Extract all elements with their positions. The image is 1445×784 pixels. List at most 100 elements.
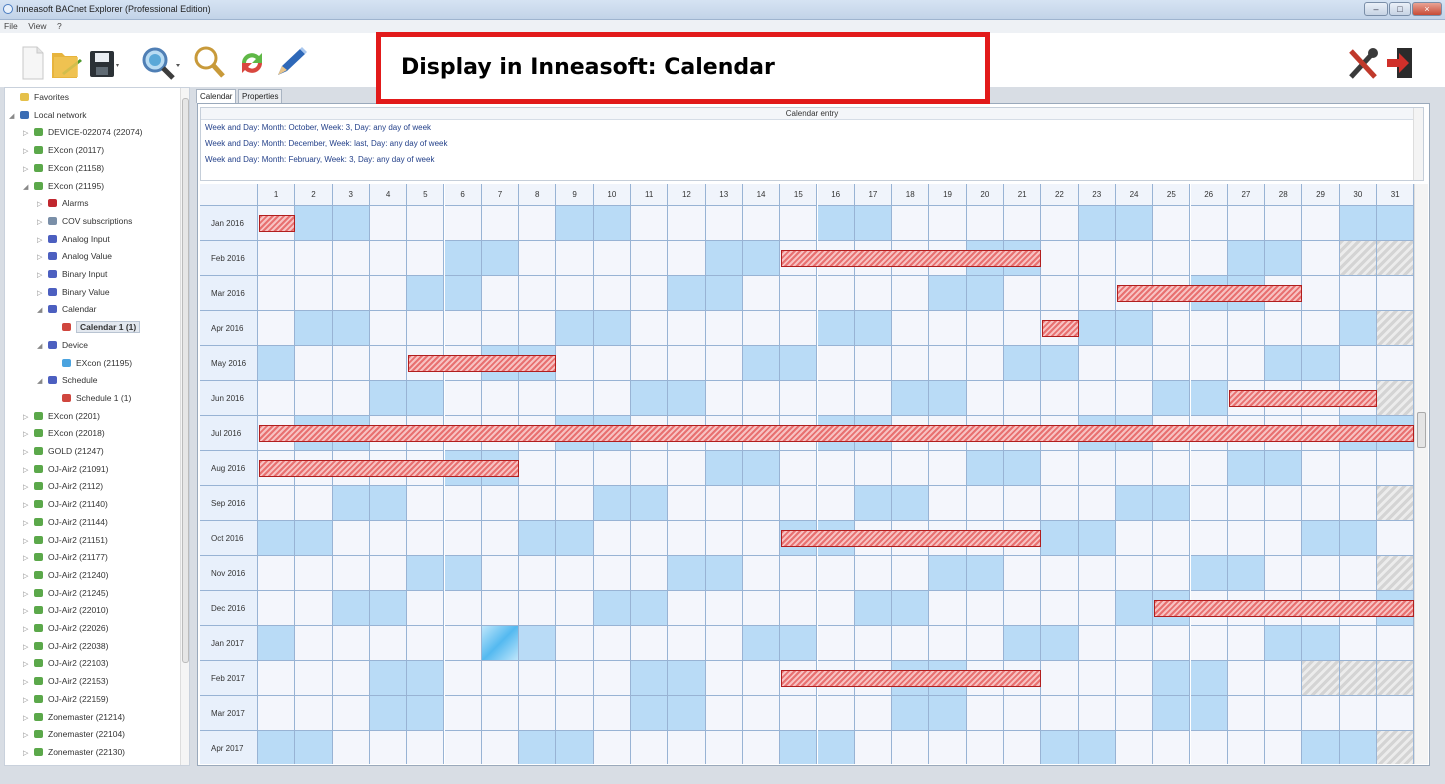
day-cell[interactable]	[593, 486, 631, 521]
new-document-icon[interactable]	[20, 45, 46, 81]
day-cell[interactable]	[1265, 451, 1303, 486]
day-cell[interactable]	[817, 451, 855, 486]
day-cell[interactable]	[258, 661, 296, 696]
day-cell[interactable]	[631, 521, 669, 556]
day-cell[interactable]	[295, 241, 333, 276]
day-cell[interactable]	[966, 591, 1004, 626]
day-cell[interactable]	[1227, 661, 1266, 696]
day-cell[interactable]	[332, 626, 370, 661]
day-cell[interactable]	[1078, 381, 1116, 416]
menu-view[interactable]: View	[24, 20, 50, 33]
day-cell[interactable]	[369, 381, 408, 416]
expand-arrow-icon[interactable]: ▷	[23, 710, 34, 727]
tree-node[interactable]: Schedule 1 (1)	[51, 390, 131, 407]
day-cell[interactable]	[1153, 206, 1191, 241]
day-cell[interactable]	[705, 451, 743, 486]
day-cell[interactable]	[519, 556, 557, 591]
day-cell[interactable]	[332, 556, 370, 591]
day-cell[interactable]	[1115, 346, 1154, 381]
day-cell[interactable]	[668, 346, 706, 381]
day-cell[interactable]	[556, 241, 594, 276]
day-cell[interactable]	[332, 276, 370, 311]
day-cell[interactable]	[929, 311, 967, 346]
day-cell[interactable]	[593, 311, 631, 346]
expand-arrow-icon[interactable]: ▷	[23, 639, 34, 656]
day-cell[interactable]	[1265, 241, 1303, 276]
day-cell[interactable]	[1078, 521, 1116, 556]
day-cell[interactable]	[332, 486, 370, 521]
day-cell[interactable]	[1041, 381, 1079, 416]
tree-node[interactable]: ▷ Alarms	[37, 195, 88, 212]
day-cell[interactable]	[1153, 696, 1191, 731]
day-cell[interactable]	[1265, 346, 1303, 381]
day-cell[interactable]	[929, 486, 967, 521]
day-cell[interactable]	[1190, 556, 1228, 591]
tree-node[interactable]: ▷ Binary Input	[37, 266, 107, 283]
day-cell[interactable]	[1004, 486, 1042, 521]
day-cell[interactable]	[705, 661, 743, 696]
day-cell[interactable]	[481, 311, 520, 346]
day-cell[interactable]	[369, 276, 408, 311]
day-cell[interactable]	[1041, 276, 1079, 311]
day-cell[interactable]	[1004, 276, 1042, 311]
day-cell[interactable]	[1302, 241, 1340, 276]
day-cell[interactable]	[295, 311, 333, 346]
day-cell[interactable]	[332, 311, 370, 346]
day-cell[interactable]	[892, 556, 930, 591]
day-cell[interactable]	[705, 696, 743, 731]
day-cell[interactable]	[1339, 696, 1377, 731]
day-cell[interactable]	[1302, 276, 1340, 311]
day-cell[interactable]	[295, 626, 333, 661]
day-cell[interactable]	[742, 486, 781, 521]
day-cell[interactable]	[742, 731, 781, 764]
day-cell[interactable]	[1227, 731, 1266, 764]
day-cell[interactable]	[966, 346, 1004, 381]
day-cell[interactable]	[929, 346, 967, 381]
day-cell[interactable]	[780, 731, 818, 764]
day-cell[interactable]	[780, 451, 818, 486]
expand-arrow-icon[interactable]: ▷	[23, 143, 34, 160]
day-cell[interactable]	[1041, 731, 1079, 764]
day-cell[interactable]	[369, 311, 408, 346]
day-cell[interactable]	[780, 276, 818, 311]
tree-node[interactable]: ◢ EXcon (21195)	[23, 178, 104, 195]
find-icon[interactable]	[192, 45, 226, 81]
tree-node[interactable]: Favorites	[9, 89, 69, 106]
day-cell[interactable]	[631, 486, 669, 521]
day-cell[interactable]	[1078, 556, 1116, 591]
day-cell[interactable]	[556, 626, 594, 661]
tree-node[interactable]: ▷ OJ-Air2 (22010)	[23, 602, 108, 619]
day-cell[interactable]	[1115, 521, 1154, 556]
day-cell[interactable]	[780, 486, 818, 521]
day-cell[interactable]	[481, 521, 520, 556]
expand-arrow-icon[interactable]: ▷	[37, 232, 48, 249]
expand-arrow-icon[interactable]: ▷	[23, 603, 34, 620]
day-cell[interactable]	[407, 661, 445, 696]
day-cell[interactable]	[668, 276, 706, 311]
day-cell[interactable]	[369, 521, 408, 556]
day-cell[interactable]	[631, 556, 669, 591]
day-cell[interactable]	[631, 346, 669, 381]
collapse-arrow-icon[interactable]: ◢	[37, 302, 48, 319]
day-cell[interactable]	[444, 696, 482, 731]
day-cell[interactable]	[1377, 451, 1415, 486]
day-cell[interactable]	[369, 206, 408, 241]
day-cell[interactable]	[817, 591, 855, 626]
day-cell[interactable]	[892, 206, 930, 241]
day-cell[interactable]	[1004, 311, 1042, 346]
day-cell[interactable]	[556, 451, 594, 486]
day-cell[interactable]	[258, 241, 296, 276]
day-cell[interactable]	[332, 591, 370, 626]
day-cell[interactable]	[1190, 381, 1228, 416]
expand-arrow-icon[interactable]: ▷	[23, 515, 34, 532]
day-cell[interactable]	[668, 451, 706, 486]
day-cell[interactable]	[631, 206, 669, 241]
day-cell[interactable]	[1265, 626, 1303, 661]
day-cell[interactable]	[332, 346, 370, 381]
day-cell[interactable]	[1153, 661, 1191, 696]
day-cell[interactable]	[593, 276, 631, 311]
day-cell[interactable]	[593, 521, 631, 556]
tree-node[interactable]: ▷ EXcon (21158)	[23, 160, 104, 177]
highlighted-date-range[interactable]	[259, 460, 520, 477]
day-cell[interactable]	[593, 626, 631, 661]
